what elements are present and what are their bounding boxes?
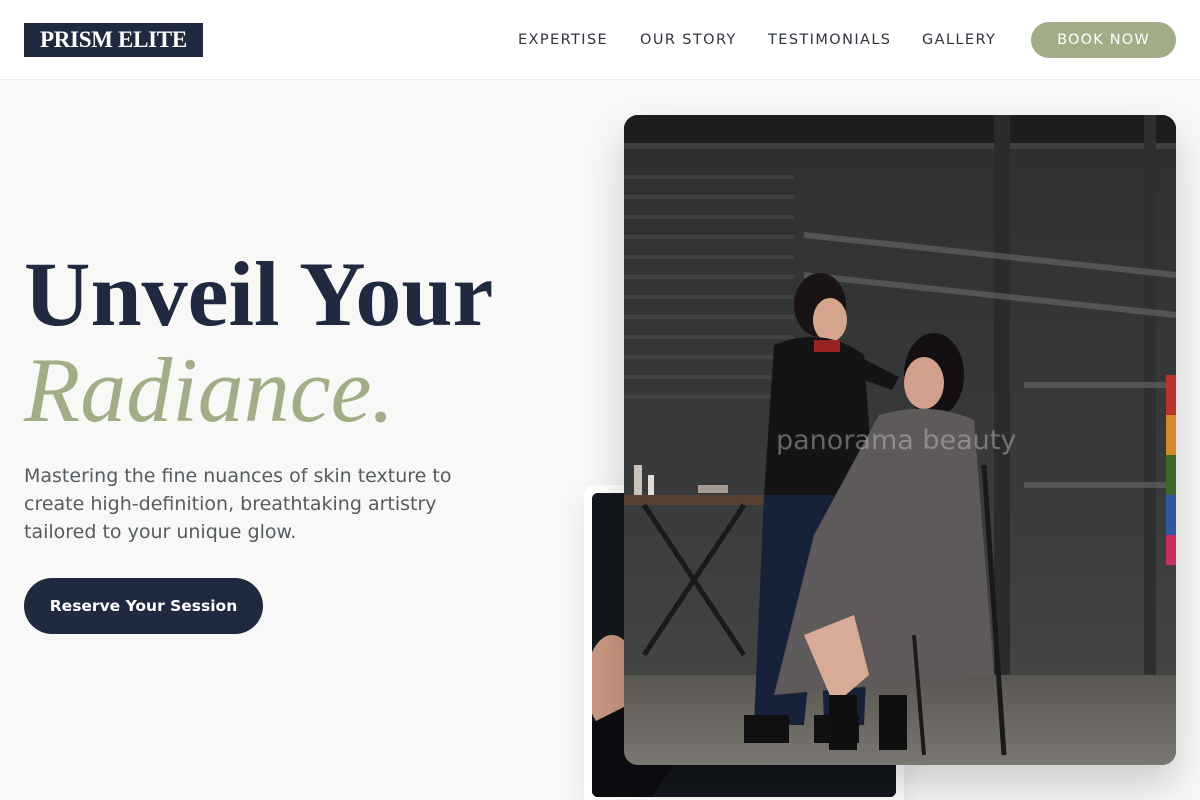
hero-main-photo: panorama beauty [624,115,1176,765]
book-now-button[interactable]: BOOK NOW [1031,22,1176,58]
nav-link-our-story[interactable]: OUR STORY [640,0,737,80]
nav-link-gallery[interactable]: GALLERY [922,0,996,80]
nav-link-expertise[interactable]: EXPERTISE [518,0,608,80]
site-header: PRISM ELITE EXPERTISE OUR STORY TESTIMON… [0,0,1200,80]
nav-link-testimonials[interactable]: TESTIMONIALS [768,0,891,80]
photo-watermark: panorama beauty [776,425,1017,456]
brand-logo[interactable]: PRISM ELITE [24,23,203,57]
hero-subtext: Mastering the fine nuances of skin textu… [24,465,452,543]
reserve-session-button[interactable]: Reserve Your Session [24,578,263,634]
hero-headline-line2: Radiance. [24,339,395,441]
hero-headline-line1: Unveil Your [24,243,494,345]
